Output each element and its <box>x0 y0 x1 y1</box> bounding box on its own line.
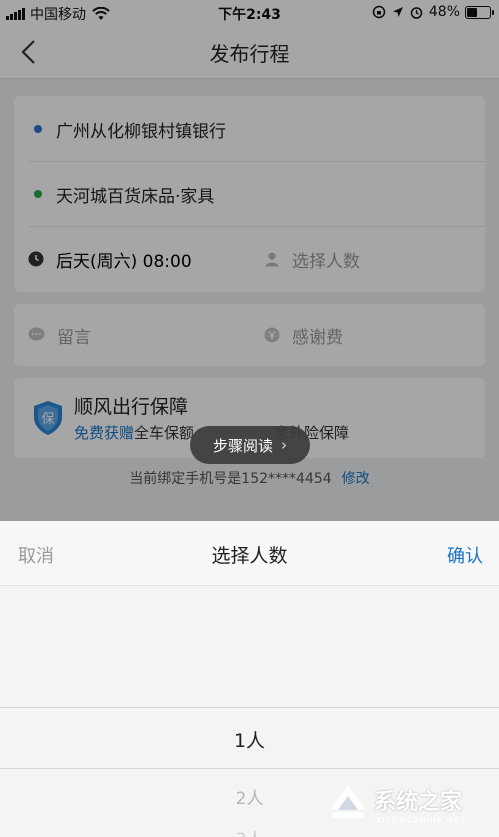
watermark: 系统之家 XITONGZHIJIA.NET <box>324 776 494 834</box>
confirm-button[interactable]: 确认 <box>447 542 483 568</box>
screen: 中国移动 下午2:43 48% 发布行程 广州从化柳银村镇银行 天河城百货床品·… <box>0 0 499 837</box>
step-reading-label: 步骤阅读 <box>212 436 273 455</box>
picker-header: 取消 选择人数 确认 <box>0 521 499 586</box>
watermark-text: 系统之家 <box>374 790 463 815</box>
chevron-right-icon: › <box>281 436 287 454</box>
watermark-subtext: XITONGZHIJIA.NET <box>376 816 466 825</box>
picker-title: 选择人数 <box>211 545 288 567</box>
picker-option[interactable]: 1人 <box>0 726 499 753</box>
watermark-logo-icon <box>330 786 366 818</box>
step-reading-toast[interactable]: 步骤阅读 › <box>190 426 310 464</box>
